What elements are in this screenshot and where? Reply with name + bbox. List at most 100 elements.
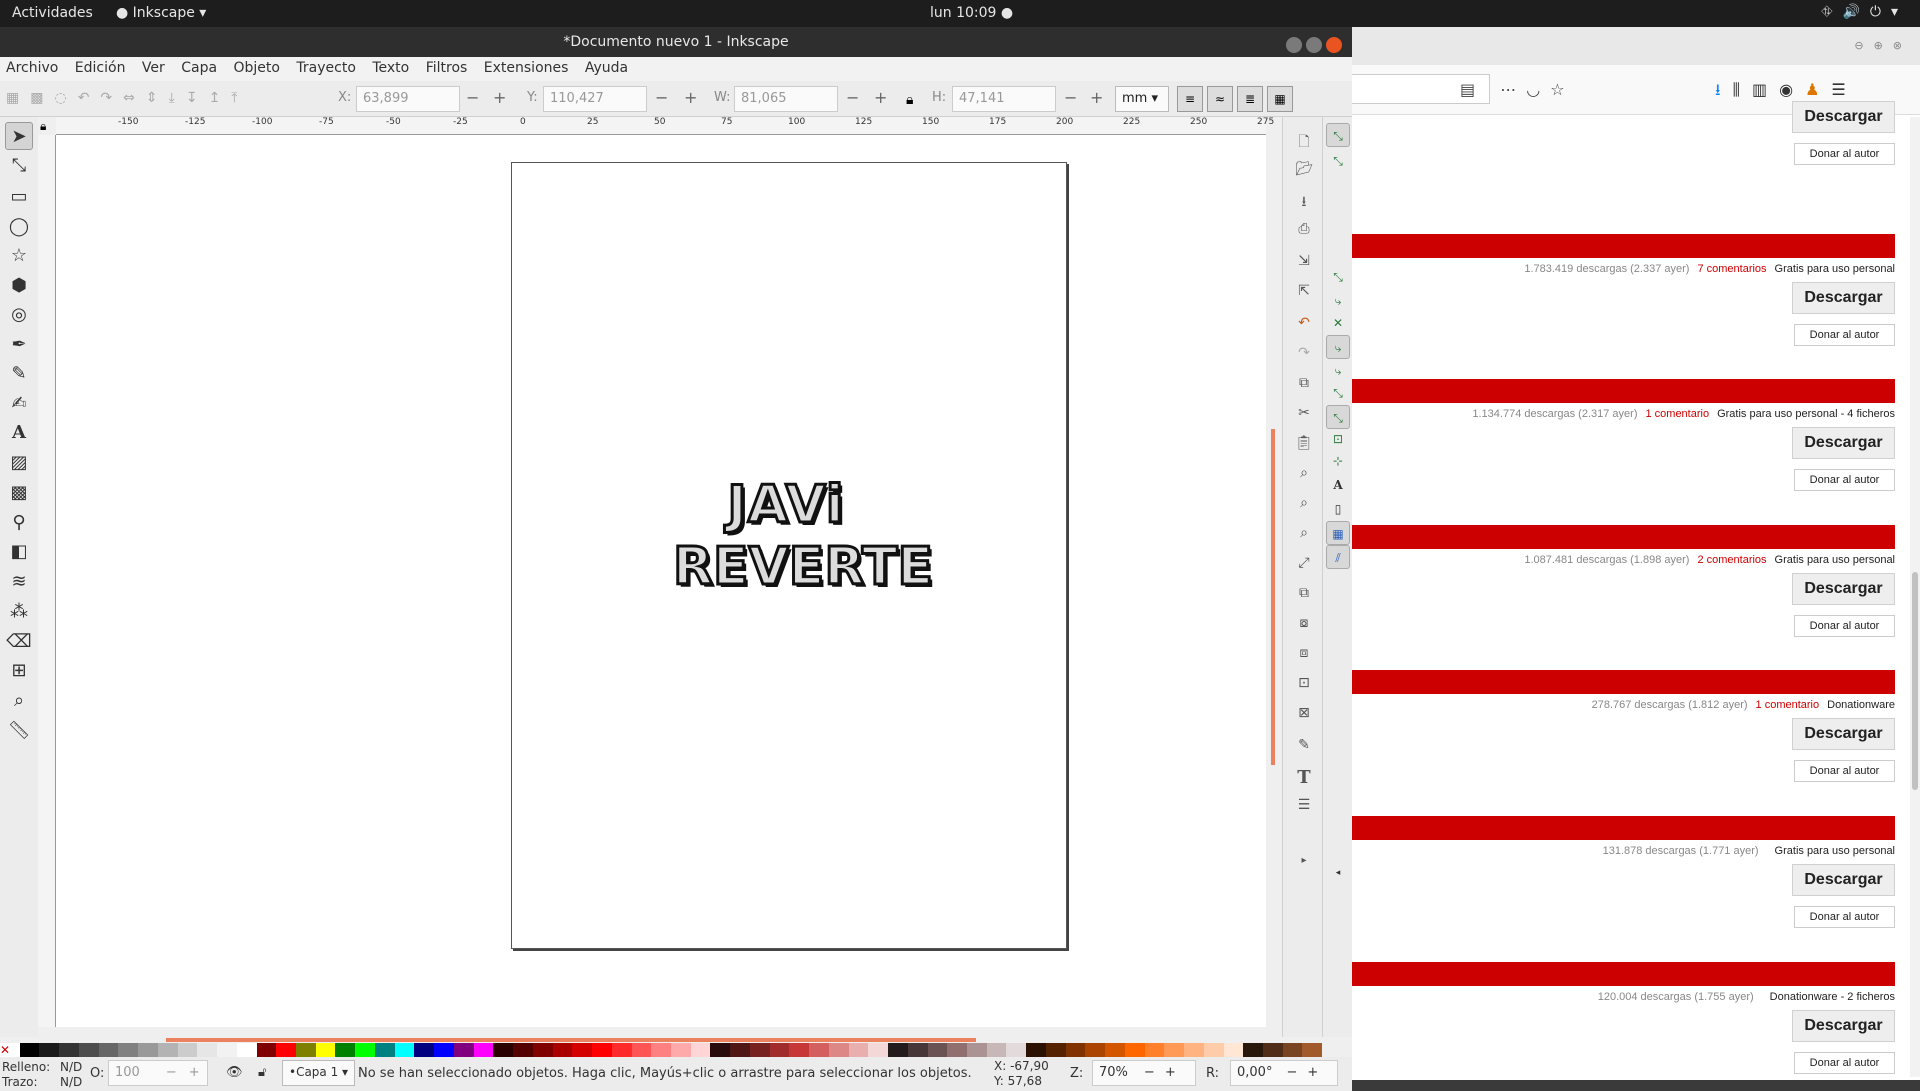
scale-radius-toggle[interactable]: ≈ xyxy=(1207,86,1233,112)
lower-icon[interactable]: ↧ xyxy=(186,90,209,106)
snap-guides-icon[interactable]: ⫽ xyxy=(1326,545,1350,569)
color-swatch[interactable] xyxy=(39,1043,60,1057)
menu-ayuda[interactable]: Ayuda xyxy=(579,57,628,76)
tweak-tool[interactable]: ≋ xyxy=(5,568,33,596)
color-swatch[interactable] xyxy=(256,1043,277,1057)
sidebar-icon[interactable]: ▥ xyxy=(1752,80,1779,99)
color-swatch[interactable] xyxy=(710,1043,731,1057)
eraser-tool[interactable]: ⌫ xyxy=(5,628,33,656)
measure-tool[interactable]: 📏︎ xyxy=(5,717,33,745)
color-swatch[interactable] xyxy=(1223,1043,1244,1057)
raise-icon[interactable]: ↥ xyxy=(209,90,232,106)
minimize-button[interactable] xyxy=(1286,37,1302,53)
browser-window-controls[interactable]: ⊖⊕⊗ xyxy=(1854,39,1912,52)
snap-smooth-icon[interactable]: ⤷ xyxy=(1326,359,1350,383)
color-swatch[interactable] xyxy=(670,1043,691,1057)
clone-icon[interactable]: ⧇ xyxy=(1293,615,1315,637)
comments-link[interactable]: 1 comentario xyxy=(1645,408,1709,420)
app-menu[interactable]: ● Inkscape ▾ xyxy=(116,5,206,21)
color-swatch[interactable] xyxy=(1302,1043,1323,1057)
color-swatch[interactable] xyxy=(453,1043,474,1057)
maximize-icon[interactable]: ⊕ xyxy=(1874,39,1893,52)
clock[interactable]: lun 10:09 ● xyxy=(930,5,1013,21)
more-commands-icon[interactable]: ▸ xyxy=(1293,855,1315,877)
layer-lock-icon[interactable]: 🔓︎ xyxy=(258,1065,266,1080)
extension-icon[interactable]: ♟ xyxy=(1805,80,1831,99)
new-document-icon[interactable]: 🗋 xyxy=(1293,131,1315,153)
donate-button[interactable]: Donar al autor xyxy=(1794,615,1895,637)
h-plus-button[interactable]: + xyxy=(1090,88,1103,107)
select-all-layers-icon[interactable]: ▩ xyxy=(30,90,54,106)
color-swatch[interactable] xyxy=(1105,1043,1125,1057)
color-swatch[interactable] xyxy=(217,1043,237,1057)
paste-icon[interactable]: 📋︎ xyxy=(1293,435,1315,457)
color-swatch[interactable] xyxy=(1065,1043,1086,1057)
color-swatch[interactable] xyxy=(138,1043,158,1057)
download-button[interactable]: Descargar xyxy=(1792,718,1895,750)
color-swatch[interactable] xyxy=(947,1043,967,1057)
undo-icon[interactable]: ↶ xyxy=(1293,315,1315,337)
select-all-icon[interactable]: ▦ xyxy=(6,90,30,106)
color-swatch[interactable] xyxy=(1203,1043,1224,1057)
text-artwork[interactable]: JAVi REVERTE xyxy=(672,474,935,615)
rectangle-tool[interactable]: ▭ xyxy=(5,183,33,211)
connector-tool[interactable]: ⊞ xyxy=(5,657,33,685)
color-swatch[interactable] xyxy=(1282,1043,1303,1057)
window-titlebar[interactable]: *Documento nuevo 1 - Inkscape xyxy=(0,27,1352,57)
color-swatch[interactable] xyxy=(1243,1043,1263,1057)
snap-center-icon[interactable]: ⊡ xyxy=(1326,427,1350,451)
y-minus-button[interactable]: − xyxy=(655,88,668,107)
zoom-selection-icon[interactable]: ⌕ xyxy=(1293,465,1315,487)
layer-select[interactable]: •Capa 1 ▾ xyxy=(282,1060,356,1086)
color-swatch[interactable] xyxy=(118,1043,139,1057)
donate-button[interactable]: Donar al autor xyxy=(1794,760,1895,782)
system-tray[interactable]: ⛗🔊⏻▾ xyxy=(1821,4,1908,20)
color-swatch[interactable] xyxy=(789,1043,810,1057)
duplicate-icon[interactable]: ⧉ xyxy=(1293,585,1315,607)
color-swatch[interactable] xyxy=(276,1043,297,1057)
y-input[interactable]: 110,427 xyxy=(543,86,647,112)
star-tool[interactable]: ☆ xyxy=(5,242,33,270)
snap-more-icon[interactable]: ◂ xyxy=(1326,861,1350,885)
color-swatch[interactable] xyxy=(414,1043,435,1057)
color-swatch[interactable] xyxy=(296,1043,316,1057)
no-paint-swatch[interactable]: ✕ xyxy=(0,1043,20,1057)
color-swatch[interactable] xyxy=(730,1043,750,1057)
download-button[interactable]: Descargar xyxy=(1792,101,1895,133)
bookmark-star-icon[interactable]: ☆ xyxy=(1550,80,1574,99)
h-input[interactable]: 47,141 xyxy=(952,86,1056,112)
rotate-ccw-icon[interactable]: ↶ xyxy=(78,90,101,106)
pencil-tool[interactable]: ✎ xyxy=(5,360,33,388)
snap-paths-icon[interactable]: ⤷ xyxy=(1326,289,1350,313)
donate-button[interactable]: Donar al autor xyxy=(1794,324,1895,346)
zoom-tool[interactable]: ⌕ xyxy=(5,687,33,715)
color-swatch[interactable] xyxy=(236,1043,257,1057)
text-font-icon[interactable]: T xyxy=(1293,767,1315,789)
lock-ratio-icon[interactable]: 🔒︎ xyxy=(906,92,913,108)
color-swatch[interactable] xyxy=(1184,1043,1204,1057)
color-swatch[interactable] xyxy=(355,1043,375,1057)
snap-others-icon[interactable]: ⤡ xyxy=(1326,405,1350,429)
browser-scrollbar[interactable] xyxy=(1910,117,1920,1077)
unit-select[interactable]: mm ▾ xyxy=(1115,86,1169,112)
3d-box-tool[interactable]: ⬢ xyxy=(5,272,33,300)
browser-scrollbar-thumb[interactable] xyxy=(1912,572,1918,790)
color-swatch[interactable] xyxy=(1124,1043,1145,1057)
snap-toggle-icon[interactable]: ⤡ xyxy=(1326,123,1350,147)
color-swatch[interactable] xyxy=(868,1043,889,1057)
h-minus-button[interactable]: − xyxy=(1064,88,1077,107)
donate-button[interactable]: Donar al autor xyxy=(1794,1052,1895,1074)
export-icon[interactable]: ⇱ xyxy=(1293,283,1315,305)
close-button[interactable] xyxy=(1326,37,1342,53)
comments-link[interactable]: 2 comentarios xyxy=(1697,554,1766,566)
color-swatch[interactable] xyxy=(315,1043,336,1057)
download-button[interactable]: Descargar xyxy=(1792,427,1895,459)
color-swatch[interactable] xyxy=(651,1043,671,1057)
color-swatch[interactable] xyxy=(513,1043,533,1057)
canvas-horizontal-scrollbar[interactable] xyxy=(166,1038,976,1042)
snap-rotation-center-icon[interactable]: ⊹ xyxy=(1326,449,1350,473)
menu-ver[interactable]: Ver xyxy=(136,57,165,76)
zoom-input[interactable]: 70% − + xyxy=(1092,1060,1196,1086)
color-swatch[interactable] xyxy=(493,1043,514,1057)
flip-vertical-icon[interactable]: ⇕ xyxy=(146,90,169,106)
